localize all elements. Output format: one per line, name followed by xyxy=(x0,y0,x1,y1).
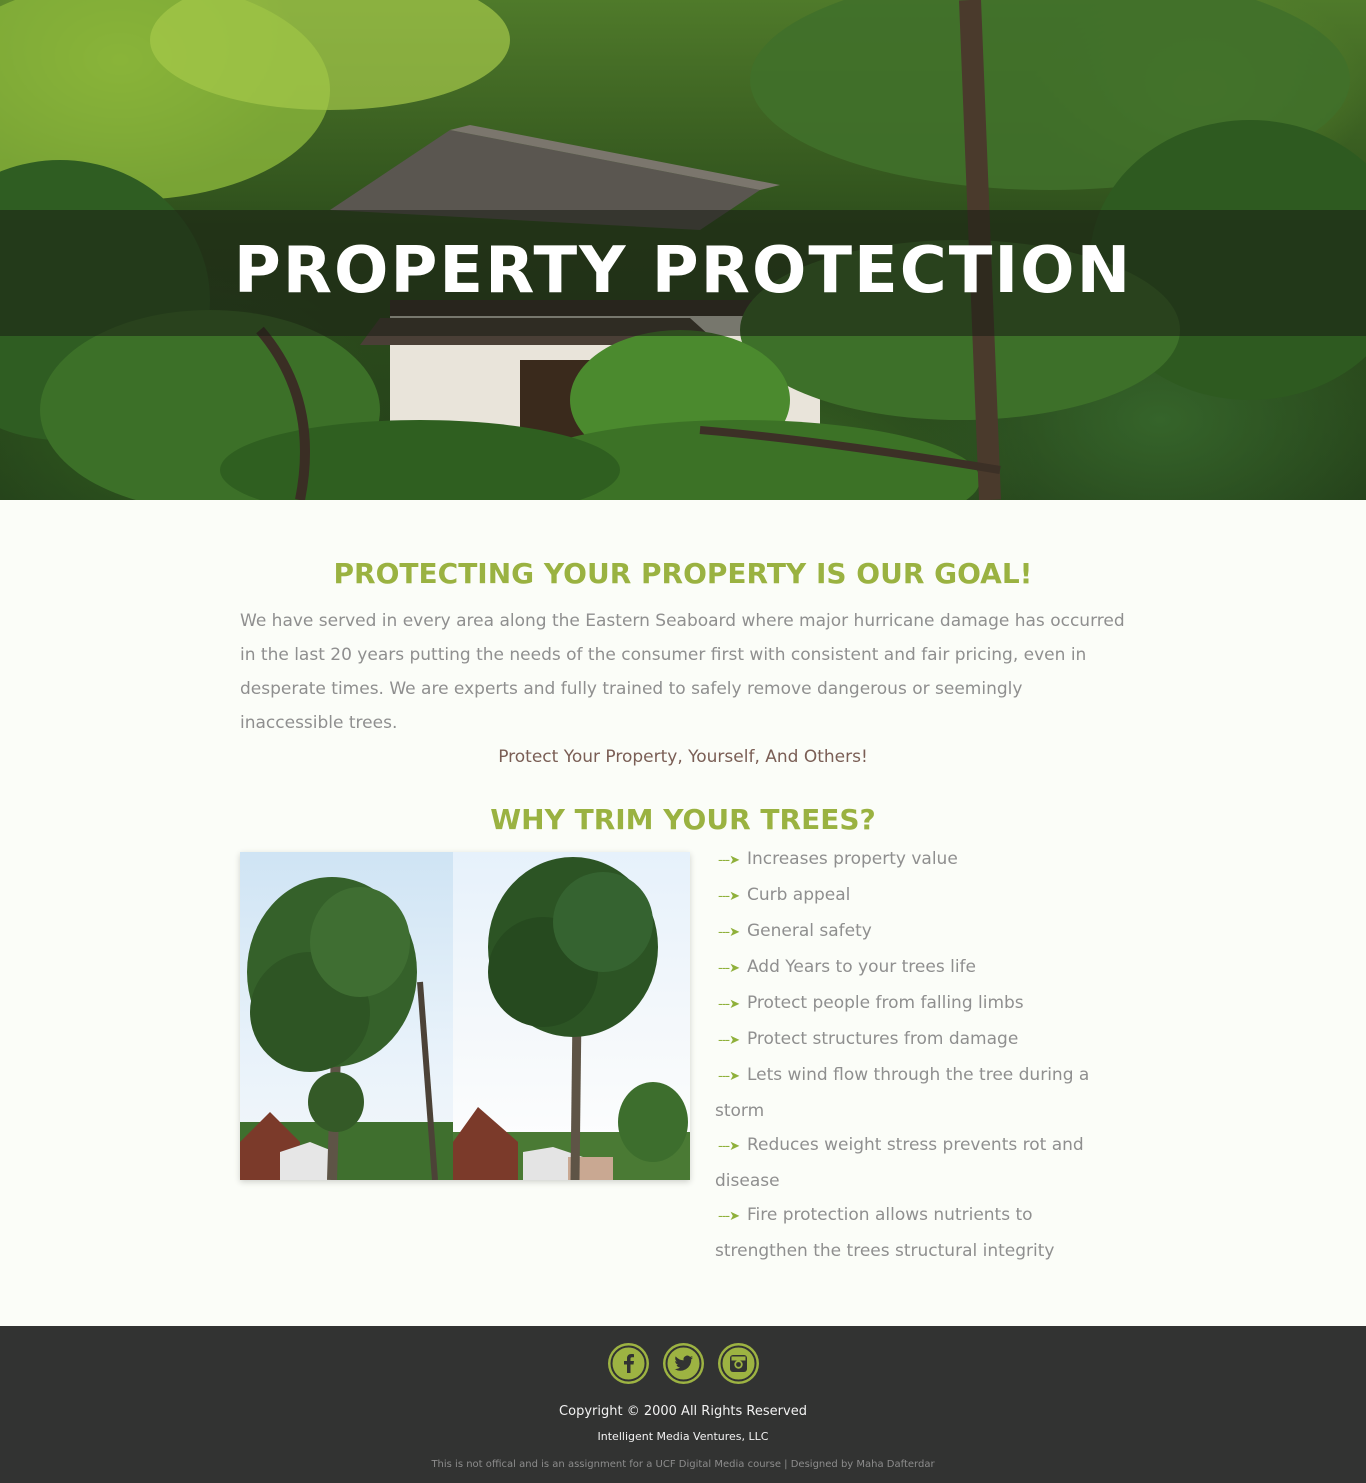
list-item: ---➤ Increases property value xyxy=(718,849,958,869)
goal-paragraph: We have served in every area along the E… xyxy=(240,611,1125,733)
footer: Copyright © 2000 All Rights Reserved Int… xyxy=(0,1326,1366,1483)
hero-title: PROPERTY PROTECTION xyxy=(233,234,1133,308)
list-item: ---➤ Protect structures from damage xyxy=(718,1029,1019,1049)
instagram-link[interactable] xyxy=(717,1343,759,1384)
arrow-icon: ---➤ xyxy=(718,853,740,868)
arrow-icon: ---➤ xyxy=(718,889,740,904)
why-section: ---➤ Increases property value ---➤ Curb ap… xyxy=(240,842,1126,1268)
list-item: ---➤ Fire protection allows nutrients to … xyxy=(715,1205,1055,1261)
benefits-list: ---➤ Increases property value ---➤ Curb ap… xyxy=(715,842,1126,1268)
list-item: ---➤ General safety xyxy=(718,921,872,941)
arrow-icon: ---➤ xyxy=(718,1069,740,1084)
goal-tagline: Protect Your Property, Yourself, And Oth… xyxy=(498,747,868,767)
before-trim-photo xyxy=(240,852,453,1180)
arrow-icon: ---➤ xyxy=(718,997,740,1012)
list-item: ---➤ Curb appeal xyxy=(718,885,851,905)
social-links xyxy=(0,1343,1366,1384)
hero-banner: PROPERTY PROTECTION xyxy=(0,0,1366,500)
arrow-icon: ---➤ xyxy=(718,925,740,940)
list-item: ---➤ Add Years to your trees life xyxy=(718,957,976,977)
arrow-icon: ---➤ xyxy=(718,1139,740,1154)
list-item: ---➤ Reduces weight stress prevents rot a… xyxy=(715,1135,1084,1191)
copyright-text: Copyright © 2000 All Rights Reserved xyxy=(559,1404,807,1419)
twitter-link[interactable] xyxy=(662,1343,704,1384)
twitter-icon xyxy=(665,1345,701,1382)
main-content: PROTECTING YOUR PROPERTY IS OUR GOAL! We… xyxy=(240,500,1126,1268)
list-item: ---➤ Lets wind flow through the tree duri… xyxy=(715,1065,1090,1121)
company-name: Intelligent Media Ventures, LLC xyxy=(597,1430,769,1443)
why-heading: WHY TRIM YOUR TREES? xyxy=(490,803,876,836)
before-after-tree-photo xyxy=(240,852,690,1180)
goal-heading: PROTECTING YOUR PROPERTY IS OUR GOAL! xyxy=(333,557,1033,590)
after-trim-photo xyxy=(453,852,690,1180)
arrow-icon: ---➤ xyxy=(718,961,740,976)
disclaimer-text: This is not offical and is an assignment… xyxy=(431,1459,935,1470)
arrow-icon: ---➤ xyxy=(718,1033,740,1048)
facebook-icon xyxy=(610,1345,646,1382)
instagram-icon xyxy=(720,1345,756,1382)
list-item: ---➤ Protect people from falling limbs xyxy=(718,993,1024,1013)
facebook-link[interactable] xyxy=(607,1343,649,1384)
arrow-icon: ---➤ xyxy=(718,1209,740,1224)
